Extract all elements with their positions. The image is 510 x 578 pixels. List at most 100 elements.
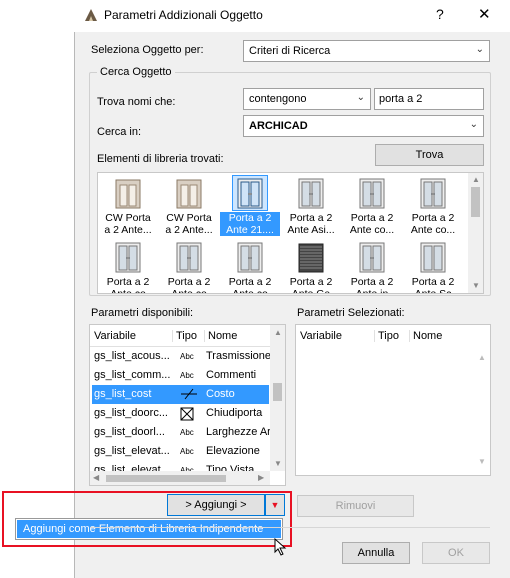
param-variable: gs_list_doorl... (94, 426, 165, 438)
cancel-button[interactable]: Annulla (342, 542, 410, 564)
library-item[interactable]: Porta a 2 Ante Sc (403, 240, 463, 293)
search-in-dropdown[interactable]: ARCHICAD ⌄ (243, 115, 484, 137)
library-item[interactable]: CW Porta a 2 Ante... (98, 176, 158, 238)
search-group-title: Cerca Oggetto (97, 66, 175, 78)
library-grid-items: CW Porta a 2 Ante... CW Porta a 2 Ante...… (98, 173, 468, 294)
condition-value: contengono (249, 93, 307, 105)
scroll-down-arrow-icon[interactable]: ▼ (472, 281, 480, 290)
library-item[interactable]: Porta a 2 Ante co (220, 240, 280, 293)
param-variable: gs_list_elevat... (94, 445, 170, 457)
ok-button[interactable]: OK (422, 542, 490, 564)
library-item[interactable]: Porta a 2 Ante co... (403, 176, 463, 238)
double-door-icon (355, 176, 389, 210)
available-params-vscrollbar[interactable]: ▲ ▼ (270, 325, 285, 471)
table-row[interactable]: gs_list_elevat... Abc Elevazione (92, 442, 269, 461)
table-row[interactable]: gs_list_cost Costo (92, 385, 269, 404)
scroll-down-arrow-icon[interactable]: ▼ (274, 459, 282, 468)
param-name: Costo (206, 388, 235, 400)
library-item[interactable]: CW Porta a 2 Ante... (159, 176, 219, 238)
library-item-name: Porta a 2 Ante 21.... (220, 212, 280, 236)
type-text-icon: Abc (180, 447, 194, 456)
double-door-icon (232, 175, 268, 211)
col-variable-header[interactable]: Variabile (94, 330, 136, 342)
scroll-up-arrow-icon[interactable]: ▲ (472, 175, 480, 184)
find-button[interactable]: Trova (375, 144, 484, 166)
add-dropdown-arrow-button[interactable]: ▼ (265, 494, 285, 516)
scroll-up-arrow-icon[interactable]: ▲ (478, 353, 486, 362)
col-variable-header[interactable]: Variabile (300, 330, 342, 342)
library-grid[interactable]: CW Porta a 2 Ante... CW Porta a 2 Ante...… (97, 172, 484, 294)
scroll-up-arrow-icon[interactable]: ▲ (274, 328, 282, 337)
chevron-down-icon: ⌄ (475, 44, 484, 55)
remove-button[interactable]: Rimuovi (297, 495, 414, 517)
library-grid-scrollbar[interactable]: ▲ ▼ (468, 173, 483, 293)
app-icon (84, 8, 98, 22)
search-in-value: ARCHICAD (249, 120, 308, 132)
scroll-thumb[interactable] (106, 475, 226, 482)
library-item[interactable]: Porta a 2 Ante in (342, 240, 402, 294)
mouse-cursor-icon (274, 537, 288, 556)
table-row[interactable]: gs_list_doorc... Chiudiporta (92, 404, 269, 423)
table-row[interactable]: gs_list_doorl... Abc Larghezze Ar (92, 423, 270, 442)
scroll-down-arrow-icon[interactable]: ▼ (478, 457, 486, 466)
available-params-label: Parametri disponibili: (91, 307, 194, 319)
param-name: Larghezze Ar (206, 426, 270, 438)
library-item[interactable]: Porta a 2 Ante 21.... (220, 175, 280, 238)
selected-params-label: Parametri Selezionati: (297, 307, 405, 319)
dialog-title: Parametri Addizionali Oggetto (104, 8, 263, 22)
col-name-header[interactable]: Nome (204, 330, 237, 342)
param-variable: gs_list_doorc... (94, 407, 168, 419)
add-as-independent-item[interactable]: Aggiungi come Elemento di Libreria Indip… (17, 520, 281, 538)
library-item[interactable]: Porta a 2 Ante Asi... (281, 176, 341, 238)
find-names-label: Trova nomi che: (97, 96, 176, 108)
param-name: Elevazione (206, 445, 260, 457)
double-door-icon (233, 240, 267, 274)
search-query-input[interactable]: porta a 2 (374, 88, 484, 110)
condition-dropdown[interactable]: contengono ⌄ (243, 88, 371, 110)
type-text-icon: Abc (180, 371, 194, 380)
col-name-header[interactable]: Nome (409, 330, 442, 342)
library-item[interactable]: Porta a 2 Ante Ga (281, 240, 341, 293)
library-item-name: Porta a 2 Ante co... (349, 212, 395, 236)
param-name: Tipo Vista (206, 464, 255, 471)
param-variable: gs_list_cost (94, 388, 152, 400)
selected-params-table[interactable]: Variabile Tipo Nome ▲ ▼ (295, 324, 491, 476)
double-door-icon (355, 240, 389, 274)
library-item-name: Porta a 2 Ante co (106, 276, 150, 294)
col-type-header[interactable]: Tipo (172, 330, 197, 342)
help-button[interactable]: ? (436, 6, 444, 22)
library-item[interactable]: Porta a 2 Ante co (159, 240, 219, 293)
cancel-button-label: Annulla (357, 547, 395, 559)
add-as-independent-label: Aggiungi come Elemento di Libreria Indip… (23, 523, 264, 535)
library-item-name: Porta a 2 Ante in (350, 276, 394, 294)
add-button-label: > Aggiungi > (185, 499, 247, 511)
available-params-table[interactable]: Variabile Tipo Nome gs_list_acous... Abc T… (89, 324, 286, 486)
chevron-down-icon: ⌄ (356, 92, 365, 103)
table-row[interactable]: gs_list_comm... Abc Commenti (92, 366, 269, 385)
library-item[interactable]: Porta a 2 Ante co (98, 240, 158, 294)
scroll-left-arrow-icon[interactable]: ◀ (93, 473, 99, 482)
select-object-label: Seleziona Oggetto per: (91, 44, 204, 56)
table-row[interactable]: gs_list_elevat... Abc Tipo Vista (92, 461, 269, 471)
library-item[interactable]: Porta a 2 Ante co... (342, 176, 402, 238)
sliding-door-icon (416, 240, 450, 274)
library-item-name: Porta a 2 Ante co... (410, 212, 456, 236)
scroll-right-arrow-icon[interactable]: ▶ (258, 473, 264, 482)
double-door-icon (111, 240, 145, 274)
scroll-thumb[interactable] (471, 187, 480, 217)
add-button[interactable]: > Aggiungi > (167, 494, 265, 516)
double-door-icon (294, 176, 328, 210)
table-row[interactable]: gs_list_acous... Abc Trasmissione (92, 347, 270, 366)
scroll-thumb[interactable] (273, 383, 282, 401)
separator (90, 527, 490, 528)
found-items-label: Elementi di libreria trovati: (97, 153, 224, 165)
param-variable: gs_list_elevat... (94, 464, 170, 471)
search-in-label: Cerca in: (97, 126, 142, 138)
library-item-name: CW Porta a 2 Ante... (104, 212, 152, 236)
col-type-header[interactable]: Tipo (374, 330, 399, 342)
checkbox-icon (180, 407, 206, 424)
select-object-dropdown[interactable]: Criteri di Ricerca ⌄ (243, 40, 490, 62)
close-button[interactable]: ✕ (478, 5, 491, 23)
ok-button-label: OK (448, 547, 464, 559)
available-params-hscrollbar[interactable]: ◀ ▶ (90, 471, 270, 485)
